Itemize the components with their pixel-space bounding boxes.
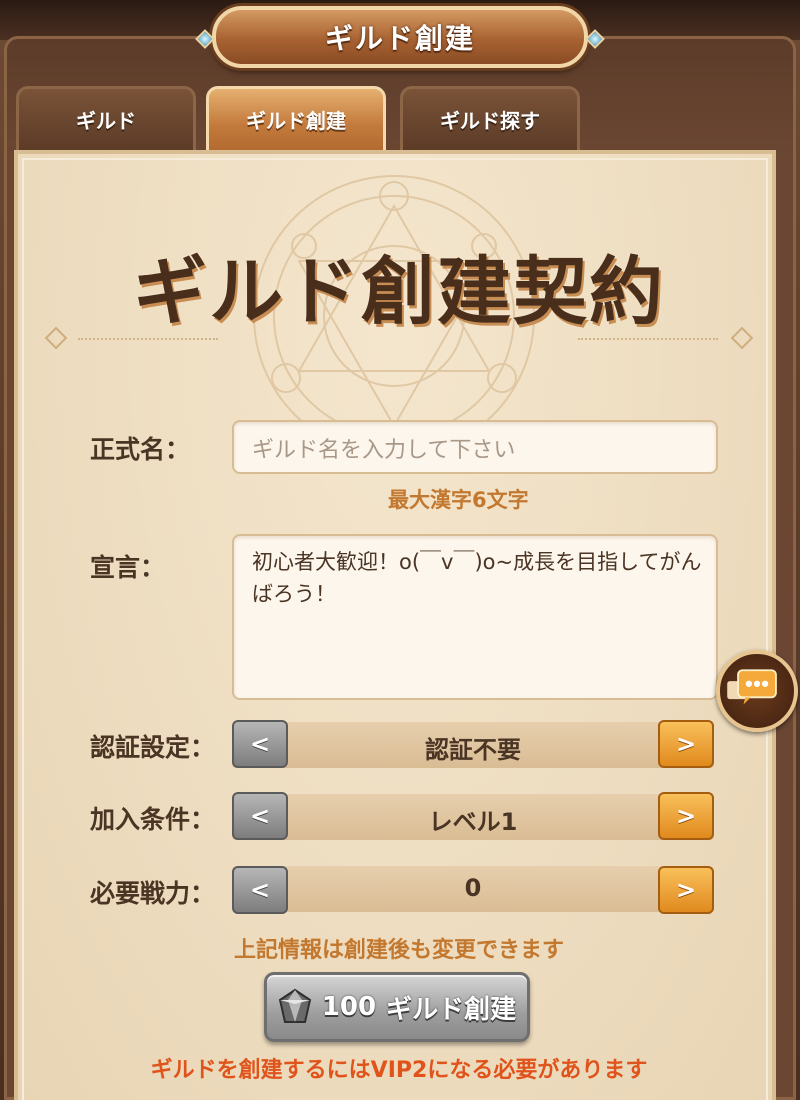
chevron-left-icon: < <box>250 802 270 830</box>
editable-note: 上記情報は創建後も変更できます <box>18 932 780 964</box>
name-label: 正式名： <box>90 430 190 466</box>
tab-label: ギルド探す <box>440 105 540 134</box>
join-condition-value: レベル1 <box>232 802 714 837</box>
auth-setting-selector: 認証不要 <box>232 722 714 768</box>
chevron-right-icon: > <box>676 876 696 904</box>
required-power-selector: 0 <box>232 866 714 912</box>
auth-setting-prev-button[interactable]: < <box>232 720 288 768</box>
required-power-value: 0 <box>232 874 714 902</box>
tab-guild-search[interactable]: ギルド探す <box>400 86 580 150</box>
join-condition-next-button[interactable]: > <box>658 792 714 840</box>
tab-guild[interactable]: ギルド <box>16 86 196 150</box>
required-power-label: 必要戦力： <box>90 874 215 910</box>
divider-line <box>78 338 218 340</box>
chat-button[interactable] <box>716 650 798 732</box>
tab-label: ギルド <box>76 105 136 134</box>
chat-bubble-icon <box>720 654 794 728</box>
declaration-textarea[interactable]: 初心者大歓迎！o(￣v￣)o~成長を目指してがんばろう！ <box>232 534 718 700</box>
required-power-prev-button[interactable]: < <box>232 866 288 914</box>
contract-title: ギルド創建契約 <box>18 232 780 339</box>
auth-setting-next-button[interactable]: > <box>658 720 714 768</box>
guild-name-input[interactable]: ギルド名を入力して下さい <box>232 420 718 474</box>
create-label: ギルド創建 <box>386 989 516 1026</box>
window-title-plaque: ギルド創建 <box>212 6 588 68</box>
divider-line <box>578 338 718 340</box>
create-guild-button[interactable]: 100 ギルド創建 <box>264 972 530 1042</box>
chevron-left-icon: < <box>250 876 270 904</box>
tab-guild-create[interactable]: ギルド創建 <box>206 86 386 150</box>
diamond-gem-icon <box>278 988 312 1026</box>
name-hint: 最大漢字6文字 <box>388 484 529 514</box>
join-condition-label: 加入条件： <box>90 800 215 836</box>
declaration-text: 初心者大歓迎！o(￣v￣)o~成長を目指してがんばろう！ <box>252 546 712 610</box>
required-power-next-button[interactable]: > <box>658 866 714 914</box>
join-condition-prev-button[interactable]: < <box>232 792 288 840</box>
vip-warning: ギルドを創建するにはVIP2になる必要があります <box>18 1052 780 1084</box>
guild-name-placeholder: ギルド名を入力して下さい <box>252 432 515 464</box>
join-condition-selector: レベル1 <box>232 794 714 840</box>
declaration-label: 宣言： <box>90 548 165 584</box>
contract-panel: ギルド創建契約 正式名： ギルド名を入力して下さい 最大漢字6文字 宣言： 初心… <box>14 150 776 1100</box>
create-cost: 100 <box>322 992 376 1022</box>
tab-label: ギルド創建 <box>246 105 346 134</box>
chevron-left-icon: < <box>250 730 270 758</box>
window-title: ギルド創建 <box>325 17 475 57</box>
auth-setting-label: 認証設定： <box>90 728 215 764</box>
auth-setting-value: 認証不要 <box>232 730 714 765</box>
chevron-right-icon: > <box>676 802 696 830</box>
chevron-right-icon: > <box>676 730 696 758</box>
